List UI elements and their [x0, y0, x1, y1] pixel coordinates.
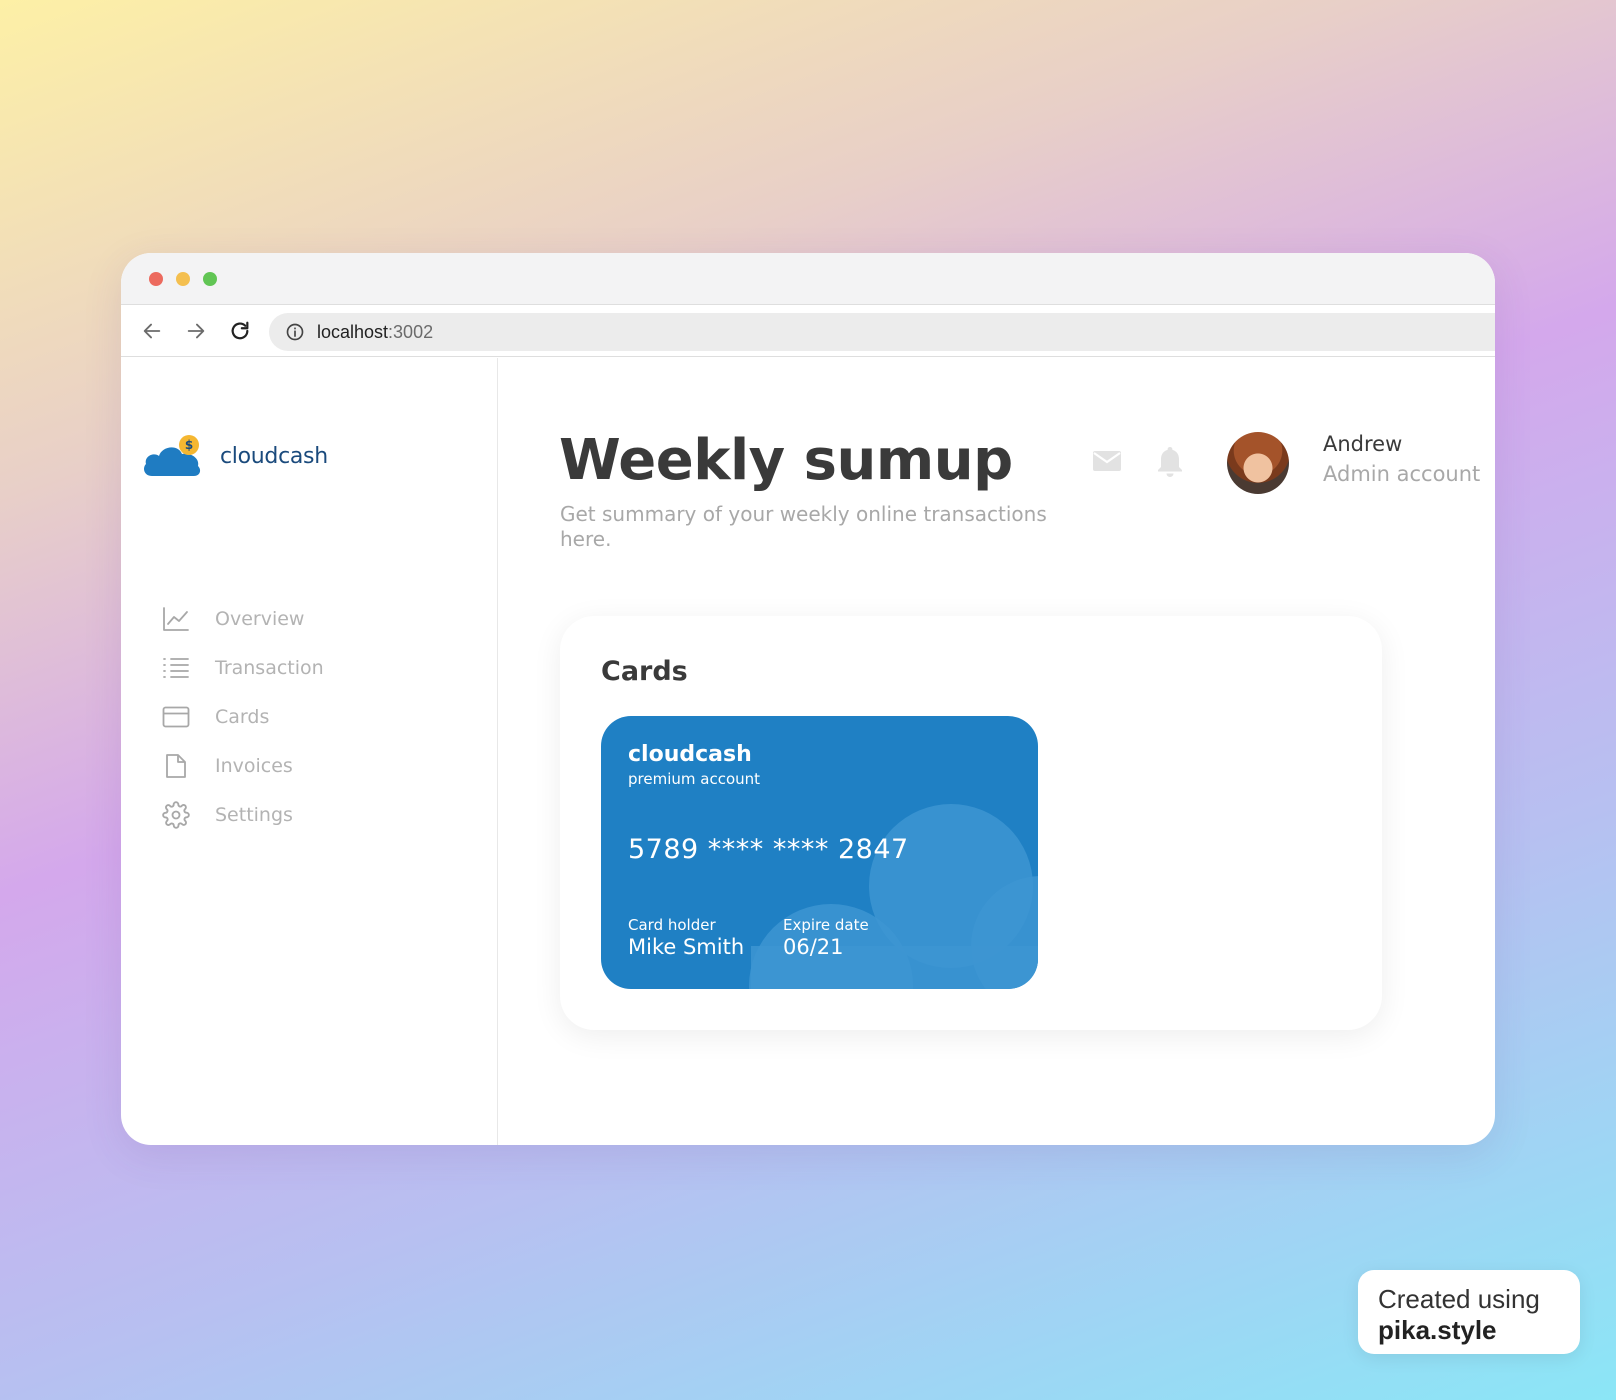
avatar[interactable] — [1227, 432, 1289, 494]
arrow-right-icon — [187, 323, 205, 339]
svg-text:$: $ — [185, 438, 193, 452]
sidebar-item-cards[interactable]: Cards — [161, 692, 324, 741]
cloud-coin-logo-icon: $ — [144, 435, 201, 476]
document-icon — [161, 751, 191, 781]
messages-button[interactable] — [1090, 444, 1124, 478]
bell-icon — [1158, 447, 1182, 477]
browser-window: localhost:3002 $ cloudcash Overview Tra… — [121, 253, 1495, 1145]
sidebar-item-label: Overview — [215, 607, 305, 630]
cards-panel: Cards cloudcash premium account 5789 ***… — [560, 616, 1382, 1030]
sidebar-item-label: Settings — [215, 803, 293, 826]
window-titlebar — [121, 253, 1495, 305]
card-expire: 06/21 — [783, 935, 844, 959]
watermark-line1: Created using — [1378, 1284, 1540, 1314]
gear-icon — [161, 800, 191, 830]
sidebar-menu: Overview Transaction Cards Invoices Sett… — [161, 594, 324, 839]
page-title: Weekly sumup — [559, 428, 1013, 493]
sidebar-item-overview[interactable]: Overview — [161, 594, 324, 643]
notifications-button[interactable] — [1153, 444, 1187, 478]
card-number: 5789 **** **** 2847 — [628, 834, 909, 865]
card-tier: premium account — [628, 770, 761, 788]
address-bar[interactable]: localhost:3002 — [269, 313, 1495, 351]
arrow-left-icon — [143, 323, 161, 339]
minimize-window-button[interactable] — [176, 272, 190, 286]
watermark-line2: pika.style — [1378, 1315, 1497, 1345]
sidebar-item-transaction[interactable]: Transaction — [161, 643, 324, 692]
reload-icon — [231, 321, 249, 340]
watermark-badge: Created using pika.style — [1358, 1270, 1580, 1354]
brand-name: cloudcash — [220, 443, 328, 469]
sidebar-item-settings[interactable]: Settings — [161, 790, 324, 839]
chart-line-icon — [161, 604, 191, 634]
sidebar-item-label: Invoices — [215, 754, 293, 777]
card-holder: Mike Smith — [628, 935, 745, 959]
browser-toolbar: localhost:3002 — [121, 305, 1495, 357]
app-content: $ cloudcash Overview Transaction Cards I… — [121, 358, 1495, 1145]
credit-card[interactable]: cloudcash premium account 5789 **** ****… — [601, 716, 1038, 989]
info-icon[interactable] — [285, 322, 305, 342]
brand-logo[interactable]: $ cloudcash — [142, 434, 328, 478]
close-window-button[interactable] — [149, 272, 163, 286]
reload-button[interactable] — [227, 318, 253, 344]
mail-icon — [1093, 451, 1121, 471]
cards-panel-title: Cards — [601, 656, 688, 687]
card-expire-label: Expire date — [783, 916, 869, 934]
card-brand: cloudcash — [628, 742, 752, 767]
sidebar-item-label: Transaction — [215, 656, 324, 679]
sidebar-item-label: Cards — [215, 705, 270, 728]
page-subtitle: Get summary of your weekly online transa… — [560, 502, 1047, 551]
url-port: :3002 — [388, 321, 434, 342]
credit-card-icon — [161, 702, 191, 732]
main-area: Weekly sumup Get summary of your weekly … — [499, 358, 1495, 1145]
list-icon — [161, 653, 191, 683]
card-holder-label: Card holder — [628, 916, 716, 934]
maximize-window-button[interactable] — [203, 272, 217, 286]
back-button[interactable] — [139, 318, 165, 344]
sidebar-item-invoices[interactable]: Invoices — [161, 741, 324, 790]
forward-button[interactable] — [183, 318, 209, 344]
url-host: localhost — [317, 321, 389, 342]
user-role: Admin account — [1323, 462, 1481, 486]
user-name: Andrew — [1323, 432, 1403, 456]
sidebar: $ cloudcash Overview Transaction Cards I… — [121, 358, 498, 1145]
